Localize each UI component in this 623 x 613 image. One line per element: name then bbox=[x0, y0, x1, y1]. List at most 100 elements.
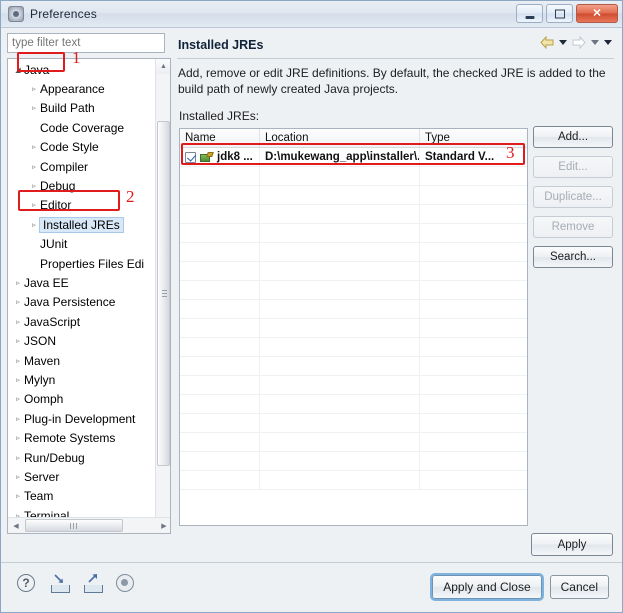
table-empty-row[interactable] bbox=[180, 166, 527, 186]
column-header-location[interactable]: Location bbox=[260, 129, 420, 147]
cell-empty bbox=[260, 451, 420, 471]
forward-history-caret-icon[interactable] bbox=[591, 40, 599, 45]
apply-and-close-button[interactable]: Apply and Close bbox=[430, 573, 544, 601]
sidebar-item-installed-jres[interactable]: ▹ Installed JREs bbox=[8, 215, 156, 234]
tree-collapsed-arrow-icon[interactable]: ▹ bbox=[12, 434, 24, 442]
tree-hscroll-thumb[interactable] bbox=[25, 519, 123, 532]
table-empty-row[interactable] bbox=[180, 375, 527, 395]
sidebar-item-code-style[interactable]: ▹ Code Style bbox=[8, 138, 156, 157]
table-empty-row[interactable] bbox=[180, 451, 527, 471]
scroll-up-icon[interactable]: ▲ bbox=[156, 59, 170, 74]
table-empty-row[interactable] bbox=[180, 185, 527, 205]
sidebar-item-label: JUnit bbox=[40, 237, 68, 252]
sidebar-item-java-persistence[interactable]: ▹ Java Persistence bbox=[8, 293, 156, 312]
cell-empty bbox=[180, 261, 260, 281]
apply-button[interactable]: Apply bbox=[531, 533, 613, 556]
scroll-left-icon[interactable]: ◀ bbox=[8, 518, 24, 533]
sidebar-item-javascript[interactable]: ▹ JavaScript bbox=[8, 312, 156, 331]
minimize-button[interactable] bbox=[516, 4, 543, 23]
table-row[interactable]: jdk8 ... D:\mukewang_app\installer\... Sta… bbox=[180, 147, 527, 167]
sidebar-item-team[interactable]: ▹ Team bbox=[8, 487, 156, 506]
help-button[interactable]: ? bbox=[17, 574, 39, 596]
cell-empty bbox=[420, 281, 508, 300]
table-empty-row[interactable] bbox=[180, 394, 527, 414]
sidebar-item-run-debug[interactable]: ▹ Run/Debug bbox=[8, 448, 156, 467]
sidebar-item-properties-files-edi[interactable]: Properties Files Edi bbox=[8, 254, 156, 273]
table-empty-row[interactable] bbox=[180, 280, 527, 300]
sidebar-item-maven[interactable]: ▹ Maven bbox=[8, 351, 156, 370]
sidebar-item-java-ee[interactable]: ▹ Java EE bbox=[8, 273, 156, 292]
cell-empty bbox=[180, 413, 260, 433]
tree-collapsed-arrow-icon[interactable]: ▹ bbox=[28, 143, 40, 151]
table-empty-row[interactable] bbox=[180, 223, 527, 243]
tree-vertical-scrollbar[interactable]: ▲ ▼ bbox=[155, 59, 170, 533]
jre-default-checkbox[interactable] bbox=[185, 151, 196, 163]
table-empty-row[interactable] bbox=[180, 261, 527, 281]
tree-collapsed-arrow-icon[interactable]: ▹ bbox=[12, 454, 24, 462]
back-history-caret-icon[interactable] bbox=[559, 40, 567, 45]
forward-arrow-icon[interactable] bbox=[572, 35, 586, 50]
sidebar-item-label: Appearance bbox=[40, 82, 105, 97]
back-arrow-icon[interactable] bbox=[540, 35, 554, 50]
table-empty-row[interactable] bbox=[180, 204, 527, 224]
search-button[interactable]: Search... bbox=[533, 246, 613, 268]
sidebar-item-remote-systems[interactable]: ▹ Remote Systems bbox=[8, 428, 156, 447]
sidebar-item-label: JavaScript bbox=[24, 314, 81, 329]
tree-collapsed-arrow-icon[interactable]: ▹ bbox=[28, 85, 40, 93]
tree-collapsed-arrow-icon[interactable]: ▹ bbox=[28, 182, 40, 190]
sidebar-item-json[interactable]: ▹ JSON bbox=[8, 331, 156, 350]
export-preferences-button[interactable] bbox=[83, 574, 105, 596]
tree-collapsed-arrow-icon[interactable]: ▹ bbox=[12, 376, 24, 384]
table-empty-row[interactable] bbox=[180, 356, 527, 376]
filter-input[interactable] bbox=[7, 33, 165, 53]
tree-collapsed-arrow-icon[interactable]: ▹ bbox=[28, 163, 40, 171]
tree-collapsed-arrow-icon[interactable]: ▹ bbox=[28, 104, 40, 112]
column-header-name[interactable]: Name bbox=[180, 129, 260, 147]
tree-collapsed-arrow-icon[interactable]: ▹ bbox=[12, 395, 24, 403]
sidebar-item-debug[interactable]: ▹ Debug bbox=[8, 176, 156, 195]
sidebar-item-server[interactable]: ▹ Server bbox=[8, 467, 156, 486]
import-preferences-button[interactable] bbox=[50, 574, 72, 596]
sidebar-item-build-path[interactable]: ▹ Build Path bbox=[8, 99, 156, 118]
table-empty-row[interactable] bbox=[180, 413, 527, 433]
tree-collapsed-arrow-icon[interactable]: ▹ bbox=[12, 298, 24, 306]
table-empty-row[interactable] bbox=[180, 242, 527, 262]
table-empty-row[interactable] bbox=[180, 337, 527, 357]
tree-collapsed-arrow-icon[interactable]: ▹ bbox=[12, 473, 24, 481]
table-empty-row[interactable] bbox=[180, 299, 527, 319]
tree-scroll-thumb[interactable] bbox=[157, 121, 170, 466]
view-menu-caret-icon[interactable] bbox=[604, 40, 612, 45]
tree-horizontal-scrollbar[interactable]: ◀ ▶ bbox=[8, 517, 170, 533]
sidebar-item-editor[interactable]: ▹ Editor bbox=[8, 196, 156, 215]
add-button[interactable]: Add... bbox=[533, 126, 613, 148]
table-empty-row[interactable] bbox=[180, 318, 527, 338]
tree-collapsed-arrow-icon[interactable]: ▹ bbox=[12, 279, 24, 287]
table-empty-row[interactable] bbox=[180, 432, 527, 452]
sidebar-item-compiler[interactable]: ▹ Compiler bbox=[8, 157, 156, 176]
tree-collapsed-arrow-icon[interactable]: ▹ bbox=[12, 337, 24, 345]
table-body: jdk8 ... D:\mukewang_app\installer\... Sta… bbox=[180, 147, 527, 490]
table-empty-row[interactable] bbox=[180, 470, 527, 490]
tree-expanded-arrow-icon[interactable]: ◢ bbox=[12, 66, 24, 74]
close-button[interactable]: ✕ bbox=[576, 4, 618, 23]
tree-collapsed-arrow-icon[interactable]: ▹ bbox=[12, 357, 24, 365]
scroll-right-icon[interactable]: ▶ bbox=[156, 518, 170, 533]
sidebar-item-appearance[interactable]: ▹ Appearance bbox=[8, 79, 156, 98]
tree-collapsed-arrow-icon[interactable]: ▹ bbox=[12, 318, 24, 326]
sidebar-item-junit[interactable]: JUnit bbox=[8, 235, 156, 254]
sidebar-item-oomph[interactable]: ▹ Oomph bbox=[8, 390, 156, 409]
sidebar-item-java[interactable]: ◢ Java bbox=[8, 60, 156, 79]
tree-collapsed-arrow-icon[interactable]: ▹ bbox=[12, 415, 24, 423]
sidebar-item-label: Oomph bbox=[24, 392, 64, 407]
tree-collapsed-arrow-icon[interactable]: ▹ bbox=[12, 492, 24, 500]
cancel-button[interactable]: Cancel bbox=[549, 575, 609, 599]
maximize-button[interactable] bbox=[546, 4, 573, 23]
column-header-type[interactable]: Type bbox=[420, 129, 508, 147]
restore-defaults-button[interactable] bbox=[116, 574, 138, 596]
sidebar-item-mylyn[interactable]: ▹ Mylyn bbox=[8, 370, 156, 389]
sidebar-item-code-coverage[interactable]: Code Coverage bbox=[8, 118, 156, 137]
jre-table[interactable]: Name Location Type jdk8 ... D:\mukewang_a… bbox=[179, 128, 528, 526]
sidebar-item-plug-in-development[interactable]: ▹ Plug-in Development bbox=[8, 409, 156, 428]
sidebar-item-label: Debug bbox=[40, 179, 76, 194]
tree-collapsed-arrow-icon[interactable]: ▹ bbox=[28, 201, 40, 209]
